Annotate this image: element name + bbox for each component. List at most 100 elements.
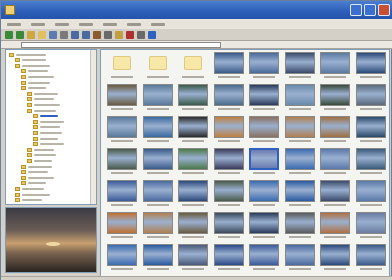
photo-thumbnail[interactable]	[318, 116, 352, 146]
photo-thumbnail[interactable]	[105, 180, 139, 210]
photo-thumbnail[interactable]	[247, 84, 281, 114]
photo-thumbnail[interactable]	[247, 212, 281, 242]
photo-thumbnail[interactable]	[176, 212, 210, 242]
photo-thumbnail[interactable]	[318, 148, 352, 178]
settings-icon[interactable]	[137, 31, 145, 39]
tree-item[interactable]	[27, 108, 56, 113]
tree-item[interactable]	[21, 181, 46, 186]
rotate-left-icon[interactable]	[71, 31, 79, 39]
photo-thumbnail[interactable]	[318, 84, 352, 114]
photo-thumbnail[interactable]	[176, 84, 210, 114]
tree-item[interactable]	[15, 58, 46, 63]
tree-item[interactable]	[9, 52, 46, 57]
photo-thumbnail[interactable]	[176, 116, 210, 146]
tree-item[interactable]	[33, 114, 58, 119]
photo-thumbnail[interactable]	[176, 180, 210, 210]
tree-item[interactable]	[33, 142, 64, 147]
menu-item[interactable]	[103, 22, 117, 26]
photo-thumbnail[interactable]	[212, 244, 246, 274]
photo-thumbnail[interactable]	[354, 180, 388, 210]
tree-item[interactable]	[33, 130, 62, 135]
photo-thumbnail[interactable]	[318, 244, 352, 274]
tree-item[interactable]	[15, 186, 44, 191]
delete-icon[interactable]	[126, 31, 134, 39]
tree-item[interactable]	[27, 97, 54, 102]
tree-item[interactable]	[15, 198, 42, 203]
zoom-icon[interactable]	[60, 31, 68, 39]
photo-thumbnail[interactable]	[105, 84, 139, 114]
photo-thumbnail[interactable]	[141, 148, 175, 178]
tree-scrollbar[interactable]	[90, 50, 96, 204]
photo-thumbnail[interactable]	[141, 116, 175, 146]
back-icon[interactable]	[5, 31, 13, 39]
photo-thumbnail[interactable]	[354, 52, 388, 82]
tree-item[interactable]	[15, 192, 50, 197]
slideshow-icon[interactable]	[93, 31, 101, 39]
address-field[interactable]	[21, 42, 221, 48]
tree-item[interactable]	[21, 170, 48, 175]
tree-item[interactable]	[21, 86, 46, 91]
tree-item[interactable]	[33, 136, 58, 141]
photo-thumbnail[interactable]	[354, 212, 388, 242]
photo-thumbnail[interactable]	[318, 180, 352, 210]
menu-item[interactable]	[127, 22, 141, 26]
photo-thumbnail[interactable]	[283, 180, 317, 210]
menu-item[interactable]	[79, 22, 93, 26]
photo-thumbnail[interactable]	[212, 52, 246, 82]
photo-thumbnail[interactable]	[247, 148, 281, 178]
photo-thumbnail[interactable]	[176, 244, 210, 274]
tree-item[interactable]	[27, 153, 56, 158]
folder-thumbnail[interactable]	[105, 52, 139, 82]
photo-thumbnail[interactable]	[283, 116, 317, 146]
photo-thumbnail[interactable]	[283, 148, 317, 178]
maximize-button[interactable]	[364, 4, 376, 16]
photo-thumbnail[interactable]	[318, 52, 352, 82]
minimize-button[interactable]	[350, 4, 362, 16]
tree-item[interactable]	[33, 119, 64, 124]
menu-item[interactable]	[151, 22, 165, 26]
tree-item[interactable]	[15, 63, 50, 68]
menu-item[interactable]	[55, 22, 69, 26]
tree-item[interactable]	[21, 69, 48, 74]
photo-thumbnail[interactable]	[354, 244, 388, 274]
thumbnail-grid[interactable]	[100, 49, 390, 277]
folder-thumbnail[interactable]	[176, 52, 210, 82]
photo-thumbnail[interactable]	[212, 180, 246, 210]
photo-thumbnail[interactable]	[105, 148, 139, 178]
tree-item[interactable]	[27, 91, 58, 96]
photo-thumbnail[interactable]	[283, 52, 317, 82]
photo-thumbnail[interactable]	[354, 148, 388, 178]
tree-item[interactable]	[33, 125, 60, 130]
tree-item[interactable]	[21, 74, 54, 79]
photo-thumbnail[interactable]	[141, 180, 175, 210]
tree-item[interactable]	[21, 80, 50, 85]
photo-thumbnail[interactable]	[141, 212, 175, 242]
rotate-right-icon[interactable]	[82, 31, 90, 39]
title-bar[interactable]	[1, 1, 392, 19]
folder-icon[interactable]	[38, 31, 46, 39]
print-icon[interactable]	[104, 31, 112, 39]
photo-thumbnail[interactable]	[283, 244, 317, 274]
photo-thumbnail[interactable]	[318, 212, 352, 242]
photo-thumbnail[interactable]	[283, 84, 317, 114]
photo-thumbnail[interactable]	[354, 116, 388, 146]
tree-item[interactable]	[27, 158, 52, 163]
email-icon[interactable]	[115, 31, 123, 39]
folder-tree[interactable]	[5, 49, 97, 205]
photo-thumbnail[interactable]	[247, 180, 281, 210]
tree-item[interactable]	[27, 147, 54, 152]
photo-thumbnail[interactable]	[354, 84, 388, 114]
tree-item[interactable]	[21, 164, 52, 169]
menu-item[interactable]	[31, 22, 45, 26]
photo-thumbnail[interactable]	[247, 116, 281, 146]
photo-thumbnail[interactable]	[212, 84, 246, 114]
photo-thumbnail[interactable]	[105, 116, 139, 146]
photo-thumbnail[interactable]	[283, 212, 317, 242]
up-folder-icon[interactable]	[27, 31, 35, 39]
photo-thumbnail[interactable]	[212, 116, 246, 146]
photo-thumbnail[interactable]	[212, 212, 246, 242]
photo-thumbnail[interactable]	[247, 244, 281, 274]
tree-item[interactable]	[21, 175, 54, 180]
photo-thumbnail[interactable]	[141, 244, 175, 274]
help-icon[interactable]	[148, 31, 156, 39]
